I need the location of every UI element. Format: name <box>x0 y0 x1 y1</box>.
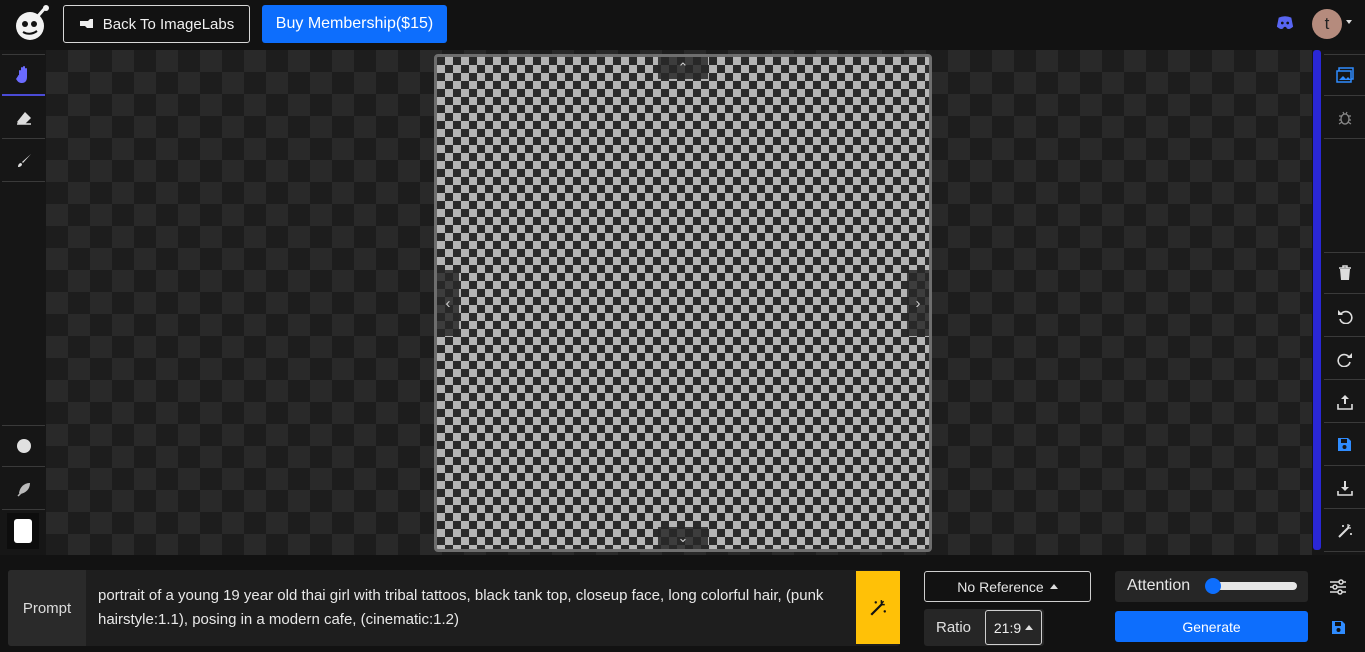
brush-size-button[interactable] <box>2 425 45 467</box>
color-swatch <box>14 519 32 543</box>
attention-label: Attention <box>1127 577 1191 594</box>
debug-button[interactable] <box>1324 97 1365 139</box>
caret-up-icon <box>1049 584 1058 589</box>
eraser-tool-button[interactable] <box>2 97 45 139</box>
redo-icon <box>1336 352 1352 367</box>
upload-button[interactable] <box>1324 381 1365 423</box>
back-to-imagelabs-button[interactable]: Back To ImageLabs <box>63 5 250 43</box>
color-picker[interactable] <box>7 513 39 549</box>
magic-wand-icon <box>1337 523 1352 538</box>
download-button[interactable] <box>1324 467 1365 509</box>
chevron-left-icon: ‹ <box>445 294 451 312</box>
circle-icon <box>16 439 31 453</box>
save-icon <box>1338 438 1351 451</box>
image-frame[interactable]: ⌃ ⌄ ‹ › <box>434 54 932 552</box>
pointing-hand-icon <box>79 19 93 28</box>
expand-left-handle[interactable]: ‹ <box>437 270 459 336</box>
top-bar: Back To ImageLabs Buy Membership($15) t <box>0 0 1365 50</box>
hand-tool-button[interactable] <box>2 54 45 96</box>
buy-membership-button[interactable]: Buy Membership($15) <box>262 5 447 43</box>
prompt-input[interactable]: portrait of a young 19 year old thai gir… <box>98 584 838 632</box>
hand-icon <box>15 65 27 83</box>
chevron-down-icon: ⌄ <box>677 530 689 545</box>
enhance-button[interactable] <box>1324 510 1365 552</box>
save-button[interactable] <box>1324 424 1365 466</box>
save-icon <box>1331 620 1345 634</box>
expand-up-handle[interactable]: ⌃ <box>658 57 708 79</box>
back-label: Back To ImageLabs <box>102 15 235 33</box>
avatar[interactable]: t <box>1312 9 1342 39</box>
settings-button[interactable] <box>1327 576 1349 598</box>
discord-icon[interactable] <box>1276 13 1294 33</box>
brush-icon <box>17 153 31 167</box>
scrollbar[interactable] <box>1313 50 1321 550</box>
reference-dropdown[interactable]: No Reference <box>924 571 1091 602</box>
chevron-right-icon: › <box>915 294 921 312</box>
brush-tool-button[interactable] <box>2 140 45 182</box>
user-menu-caret-icon[interactable] <box>1346 20 1352 24</box>
expand-right-handle[interactable]: › <box>907 270 929 336</box>
redo-button[interactable] <box>1324 338 1365 380</box>
eraser-icon <box>16 111 31 125</box>
upload-icon <box>1336 394 1353 410</box>
save-prompt-button[interactable] <box>1327 616 1349 638</box>
buy-label: Buy Membership($15) <box>275 15 434 32</box>
expand-down-handle[interactable]: ⌄ <box>658 527 708 549</box>
avatar-letter: t <box>1324 14 1330 33</box>
download-icon <box>1336 480 1353 496</box>
caret-up-icon <box>1025 625 1034 630</box>
generate-button[interactable]: Generate <box>1115 611 1308 642</box>
trash-icon <box>1338 265 1351 280</box>
delete-button[interactable] <box>1324 252 1365 294</box>
chevron-up-icon: ⌃ <box>677 60 689 75</box>
gallery-button[interactable] <box>1324 54 1365 96</box>
generate-label: Generate <box>1182 618 1241 635</box>
attention-slider-thumb[interactable] <box>1205 578 1221 594</box>
undo-icon <box>1337 309 1353 324</box>
ratio-select[interactable]: 21:9 <box>985 610 1042 645</box>
feather-icon <box>16 482 30 497</box>
prompt-label: Prompt <box>8 570 86 646</box>
magic-prompt-button[interactable] <box>856 571 900 644</box>
sliders-icon <box>1330 579 1346 595</box>
ratio-label: Ratio <box>936 619 972 636</box>
logo-icon[interactable] <box>12 4 52 44</box>
image-icon <box>1335 67 1354 83</box>
pen-tool-button[interactable] <box>2 468 45 510</box>
reference-label: No Reference <box>957 578 1044 595</box>
ratio-value: 21:9 <box>993 619 1022 636</box>
bug-icon <box>1338 111 1351 125</box>
magic-wand-icon <box>870 599 886 616</box>
undo-button[interactable] <box>1324 295 1365 337</box>
